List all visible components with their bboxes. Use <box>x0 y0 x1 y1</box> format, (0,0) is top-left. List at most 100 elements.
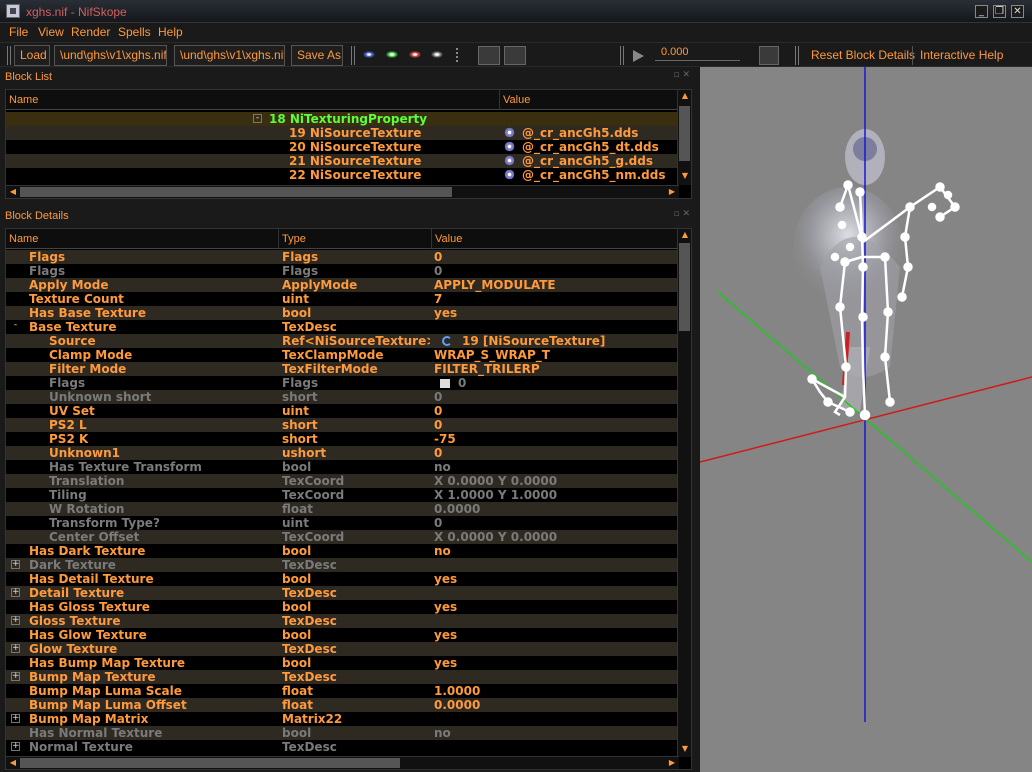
menu-file[interactable]: File <box>9 25 28 39</box>
menu-help[interactable]: Help <box>158 25 183 39</box>
toolbar-grip[interactable] <box>7 46 11 65</box>
hscroll-thumb[interactable] <box>20 758 400 768</box>
detail-row[interactable]: Has Dark Texture bool no <box>6 544 679 558</box>
load-button[interactable]: Load <box>14 45 50 66</box>
detail-row[interactable]: Apply Mode ApplyMode APPLY_MODULATE <box>6 278 679 292</box>
detail-row[interactable]: Translation TexCoord X 0.0000 Y 0.0000 <box>6 474 679 488</box>
field-value-cell[interactable]: 1.0000 <box>434 684 480 698</box>
expand-toggle-icon[interactable]: + <box>11 714 20 723</box>
detail-row[interactable]: Source Ref<NiSourceTexture> 19 [NiSourceTe… <box>6 334 679 348</box>
restore-button[interactable]: ❐ <box>993 5 1006 18</box>
flags-edit-icon[interactable] <box>440 379 450 388</box>
scene-canvas[interactable] <box>700 67 1032 772</box>
field-value-cell[interactable]: yes <box>434 572 457 586</box>
detail-row[interactable]: Bump Map Luma Scale float 1.0000 <box>6 684 679 698</box>
detail-row[interactable]: Texture Count uint 7 <box>6 292 679 306</box>
reference-link-icon[interactable] <box>442 336 452 346</box>
field-value-cell[interactable]: 0 <box>434 264 442 278</box>
expand-toggle-icon[interactable]: + <box>11 560 20 569</box>
field-value-cell[interactable]: 0.0000 <box>434 698 480 712</box>
field-value-cell[interactable]: X 1.0000 Y 1.0000 <box>434 488 557 502</box>
detail-row[interactable]: Has Base Texture bool yes <box>6 306 679 320</box>
view-green-eye-icon[interactable] <box>386 51 398 58</box>
field-value-cell[interactable]: yes <box>434 656 457 670</box>
detail-row[interactable]: + Dark Texture TexDesc <box>6 558 679 572</box>
toolbar-grip-3[interactable] <box>620 46 624 65</box>
scroll-down-arrow-icon[interactable]: ▼ <box>678 170 691 182</box>
col-header-value[interactable]: Value <box>500 90 679 110</box>
detail-row[interactable]: + Gloss Texture TexDesc <box>6 614 679 628</box>
close-button[interactable]: ✕ <box>1011 5 1024 18</box>
expand-toggle-icon[interactable]: + <box>11 644 20 653</box>
field-value-cell[interactable]: -75 <box>434 432 456 446</box>
detail-row[interactable]: Has Gloss Texture bool yes <box>6 600 679 614</box>
scroll-right-arrow-icon[interactable]: ▶ <box>665 757 679 769</box>
detail-row[interactable]: Unknown short short 0 <box>6 390 679 404</box>
render-viewport[interactable] <box>700 67 1032 772</box>
field-value-cell[interactable]: WRAP_S_WRAP_T <box>434 348 550 362</box>
block-list-hscroll[interactable]: ◀ ▶ <box>6 185 679 198</box>
detail-row[interactable]: PS2 K short -75 <box>6 432 679 446</box>
field-value-cell[interactable]: 0 <box>434 516 442 530</box>
scroll-down-arrow-icon[interactable]: ▼ <box>678 743 691 755</box>
lighting-toggle-icon[interactable] <box>504 46 526 65</box>
expand-toggle-icon[interactable]: + <box>11 672 20 681</box>
detail-row[interactable]: + Bump Map Matrix Matrix22 <box>6 712 679 726</box>
col-header-name[interactable]: Name <box>6 229 279 249</box>
loop-icon[interactable] <box>759 46 779 65</box>
scroll-left-arrow-icon[interactable]: ◀ <box>6 186 20 198</box>
time-slider[interactable] <box>655 60 740 61</box>
block-details-hscroll[interactable]: ◀ ▶ <box>6 756 679 769</box>
collapse-toggle-icon[interactable]: - <box>11 321 20 331</box>
col-header-value[interactable]: Value <box>432 229 679 249</box>
toolbar-grip-4[interactable] <box>795 46 799 65</box>
block-list-row[interactable]: 20 NiSourceTexture @_cr_ancGh5_dt.dds <box>6 140 679 154</box>
detail-row[interactable]: Has Normal Texture bool no <box>6 726 679 740</box>
hscroll-thumb[interactable] <box>20 187 452 197</box>
grid-toggle-icon[interactable] <box>478 46 500 65</box>
expand-toggle-icon[interactable]: + <box>11 616 20 625</box>
field-value-cell[interactable]: 0 <box>434 418 442 432</box>
field-value-cell[interactable]: no <box>434 460 451 474</box>
detail-row[interactable]: Flags Flags 0 <box>6 376 679 390</box>
field-value-cell[interactable]: no <box>434 544 451 558</box>
detail-row[interactable]: - Base Texture TexDesc <box>6 320 679 334</box>
collapse-toggle-icon[interactable]: - <box>253 114 262 123</box>
detail-row[interactable]: + Bump Map Texture TexDesc <box>6 670 679 684</box>
detail-row[interactable]: Filter Mode TexFilterMode FILTER_TRILERP <box>6 362 679 376</box>
view-blue-eye-icon[interactable] <box>363 51 375 58</box>
scroll-up-arrow-icon[interactable]: ▲ <box>678 90 691 102</box>
detail-row[interactable]: Has Texture Transform bool no <box>6 460 679 474</box>
field-value-cell[interactable]: X 0.0000 Y 0.0000 <box>434 530 557 544</box>
scroll-right-arrow-icon[interactable]: ▶ <box>665 186 679 198</box>
menu-view[interactable]: View <box>38 25 64 39</box>
detail-row[interactable]: Transform Type? uint 0 <box>6 516 679 530</box>
block-details-vscroll[interactable]: ▲ ▼ <box>677 229 691 757</box>
save-as-button[interactable]: Save As <box>291 45 343 66</box>
reset-block-details-button[interactable]: Reset Block Details <box>811 48 915 62</box>
panel-float-close-icon[interactable]: ▫ ✕ <box>673 209 690 219</box>
minimize-button[interactable]: _ <box>975 5 988 18</box>
detail-row[interactable]: Flags Flags 0 <box>6 264 679 278</box>
col-header-type[interactable]: Type <box>279 229 432 249</box>
expand-toggle-icon[interactable]: + <box>11 742 20 751</box>
field-value-cell[interactable]: FILTER_TRILERP <box>434 362 540 376</box>
toolbar-grip-2[interactable] <box>351 46 355 65</box>
view-gray-eye-icon[interactable] <box>431 51 443 58</box>
field-value-cell[interactable]: 0 <box>434 446 442 460</box>
block-list-row[interactable]: 22 NiSourceTexture @_cr_ancGh5_nm.dds <box>6 168 679 182</box>
interactive-help-button[interactable]: Interactive Help <box>920 48 1003 62</box>
field-value-cell[interactable]: 0 <box>434 404 442 418</box>
detail-row[interactable]: + Normal Texture TexDesc <box>6 740 679 754</box>
detail-row[interactable]: + Glow Texture TexDesc <box>6 642 679 656</box>
block-list-row[interactable]: 21 NiSourceTexture @_cr_ancGh5_g.dds <box>6 154 679 168</box>
scroll-thumb[interactable] <box>679 243 690 331</box>
detail-row[interactable]: Unknown1 ushort 0 <box>6 446 679 460</box>
scroll-left-arrow-icon[interactable]: ◀ <box>6 757 20 769</box>
detail-row[interactable]: Has Glow Texture bool yes <box>6 628 679 642</box>
scroll-up-arrow-icon[interactable]: ▲ <box>678 229 691 241</box>
detail-row[interactable]: Tiling TexCoord X 1.0000 Y 1.0000 <box>6 488 679 502</box>
detail-row[interactable]: PS2 L short 0 <box>6 418 679 432</box>
field-value-cell[interactable]: 7 <box>434 292 442 306</box>
expand-toggle-icon[interactable]: + <box>11 588 20 597</box>
